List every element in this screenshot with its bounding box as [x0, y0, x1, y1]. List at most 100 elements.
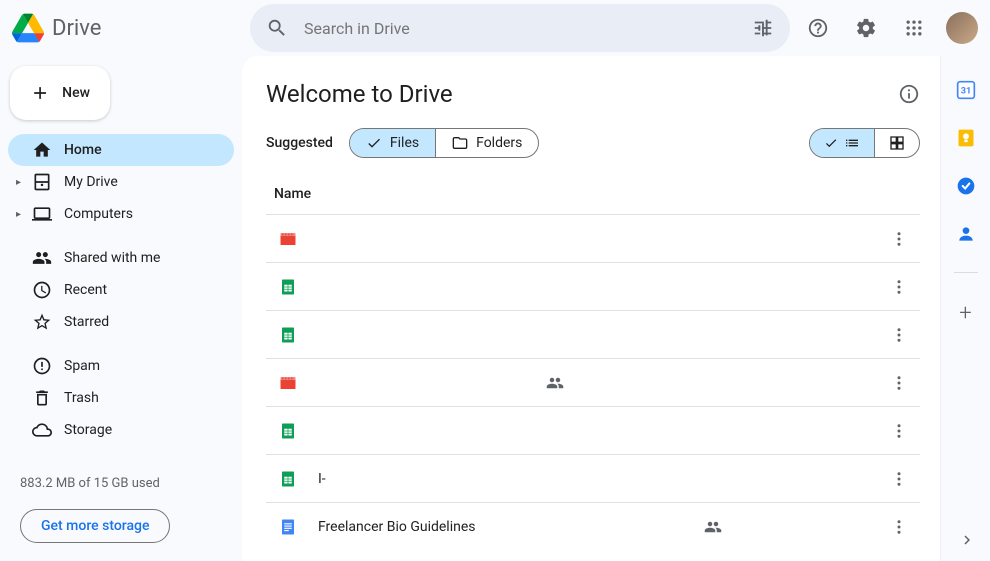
- file-name: Freelancer Bio Guidelines: [318, 518, 886, 536]
- sheets-file-icon: [279, 470, 297, 488]
- video-file-icon: [279, 374, 297, 392]
- more-actions-button[interactable]: [886, 370, 912, 396]
- nav-starred[interactable]: Starred: [8, 306, 234, 338]
- get-storage-button[interactable]: Get more storage: [20, 509, 170, 543]
- nav-storage[interactable]: Storage: [8, 414, 234, 446]
- file-row[interactable]: [266, 310, 920, 358]
- nav-computers[interactable]: Computers: [8, 198, 234, 230]
- list-view-button[interactable]: [810, 129, 875, 157]
- more-actions-button[interactable]: [886, 226, 912, 252]
- home-icon: [32, 140, 52, 160]
- sheets-file-icon: [279, 278, 297, 296]
- more-vert-icon: [890, 422, 908, 440]
- chip-label: Files: [390, 135, 419, 151]
- nav-my-drive[interactable]: My Drive: [8, 166, 234, 198]
- more-vert-icon: [890, 374, 908, 392]
- brand-text: Drive: [52, 16, 101, 41]
- shared-indicator-icon: [546, 374, 564, 392]
- nav-label: Storage: [64, 422, 112, 438]
- grid-icon: [889, 135, 905, 151]
- star-icon: [32, 312, 52, 332]
- chip-folders[interactable]: Folders: [436, 129, 538, 157]
- add-app-button[interactable]: +: [959, 301, 971, 326]
- sidebar: New Home My Drive Computers: [0, 56, 242, 561]
- file-row[interactable]: [266, 214, 920, 262]
- nav-label: Recent: [64, 282, 107, 298]
- help-button[interactable]: [798, 8, 838, 48]
- plus-icon: [30, 82, 50, 104]
- drive-logo[interactable]: Drive: [12, 12, 242, 44]
- search-bar[interactable]: [250, 4, 790, 52]
- page-title: Welcome to Drive: [266, 80, 453, 108]
- keep-app-icon[interactable]: [956, 128, 976, 148]
- calendar-app-icon[interactable]: 31: [956, 80, 976, 100]
- collapse-panel-button[interactable]: [958, 531, 976, 549]
- file-row[interactable]: Freelancer Bio Guidelines: [266, 502, 920, 550]
- more-actions-button[interactable]: [886, 322, 912, 348]
- chip-label: Folders: [476, 135, 522, 151]
- file-row[interactable]: I-: [266, 454, 920, 502]
- tasks-app-icon[interactable]: [956, 176, 976, 196]
- nav-label: My Drive: [64, 174, 118, 190]
- nav-label: Spam: [64, 358, 100, 374]
- file-row[interactable]: [266, 358, 920, 406]
- chevron-right-icon: [958, 531, 976, 549]
- suggested-filter: Files Folders: [349, 128, 539, 158]
- shared-icon: [32, 248, 52, 268]
- more-vert-icon: [890, 470, 908, 488]
- column-header-name[interactable]: Name: [266, 178, 920, 214]
- spam-icon: [32, 356, 52, 376]
- drive-logo-icon: [12, 12, 44, 44]
- cloud-icon: [32, 420, 52, 440]
- search-options-icon[interactable]: [752, 17, 774, 39]
- nav-label: Computers: [64, 206, 133, 222]
- nav-label: Home: [64, 142, 102, 158]
- more-actions-button[interactable]: [886, 466, 912, 492]
- sheets-file-icon: [279, 326, 297, 344]
- recent-icon: [32, 280, 52, 300]
- nav-home[interactable]: Home: [8, 134, 234, 166]
- more-vert-icon: [890, 518, 908, 536]
- info-icon: [898, 83, 920, 105]
- svg-text:31: 31: [960, 86, 971, 96]
- nav-trash[interactable]: Trash: [8, 382, 234, 414]
- sheets-file-icon: [279, 422, 297, 440]
- help-icon: [807, 17, 829, 39]
- more-vert-icon: [890, 326, 908, 344]
- storage-usage-text: 883.2 MB of 15 GB used: [20, 476, 222, 491]
- nav-spam[interactable]: Spam: [8, 350, 234, 382]
- search-icon: [266, 17, 288, 39]
- apps-grid-icon: [904, 18, 924, 38]
- file-name: [318, 374, 886, 392]
- docs-file-icon: [279, 518, 297, 536]
- nav-shared[interactable]: Shared with me: [8, 242, 234, 274]
- side-panel: 31 +: [940, 56, 990, 561]
- apps-button[interactable]: [894, 8, 934, 48]
- shared-indicator-icon: [704, 518, 722, 536]
- file-row[interactable]: [266, 406, 920, 454]
- new-button[interactable]: New: [10, 66, 110, 120]
- chip-files[interactable]: Files: [350, 129, 436, 157]
- file-name: I-: [318, 471, 886, 487]
- more-actions-button[interactable]: [886, 418, 912, 444]
- file-row[interactable]: [266, 262, 920, 310]
- more-actions-button[interactable]: [886, 274, 912, 300]
- search-input[interactable]: [304, 19, 736, 38]
- check-icon: [824, 136, 838, 150]
- account-avatar[interactable]: [946, 12, 978, 44]
- list-icon: [844, 135, 860, 151]
- more-actions-button[interactable]: [886, 514, 912, 540]
- nav-recent[interactable]: Recent: [8, 274, 234, 306]
- view-toggle: [809, 128, 920, 158]
- folder-icon: [452, 135, 468, 151]
- info-button[interactable]: [898, 83, 920, 105]
- main-content: Welcome to Drive Suggested Files: [242, 56, 940, 561]
- nav-label: Shared with me: [64, 250, 160, 266]
- settings-button[interactable]: [846, 8, 886, 48]
- computers-icon: [32, 204, 52, 224]
- more-vert-icon: [890, 278, 908, 296]
- grid-view-button[interactable]: [875, 129, 919, 157]
- video-file-icon: [279, 230, 297, 248]
- new-button-label: New: [62, 85, 90, 101]
- contacts-app-icon[interactable]: [956, 224, 976, 244]
